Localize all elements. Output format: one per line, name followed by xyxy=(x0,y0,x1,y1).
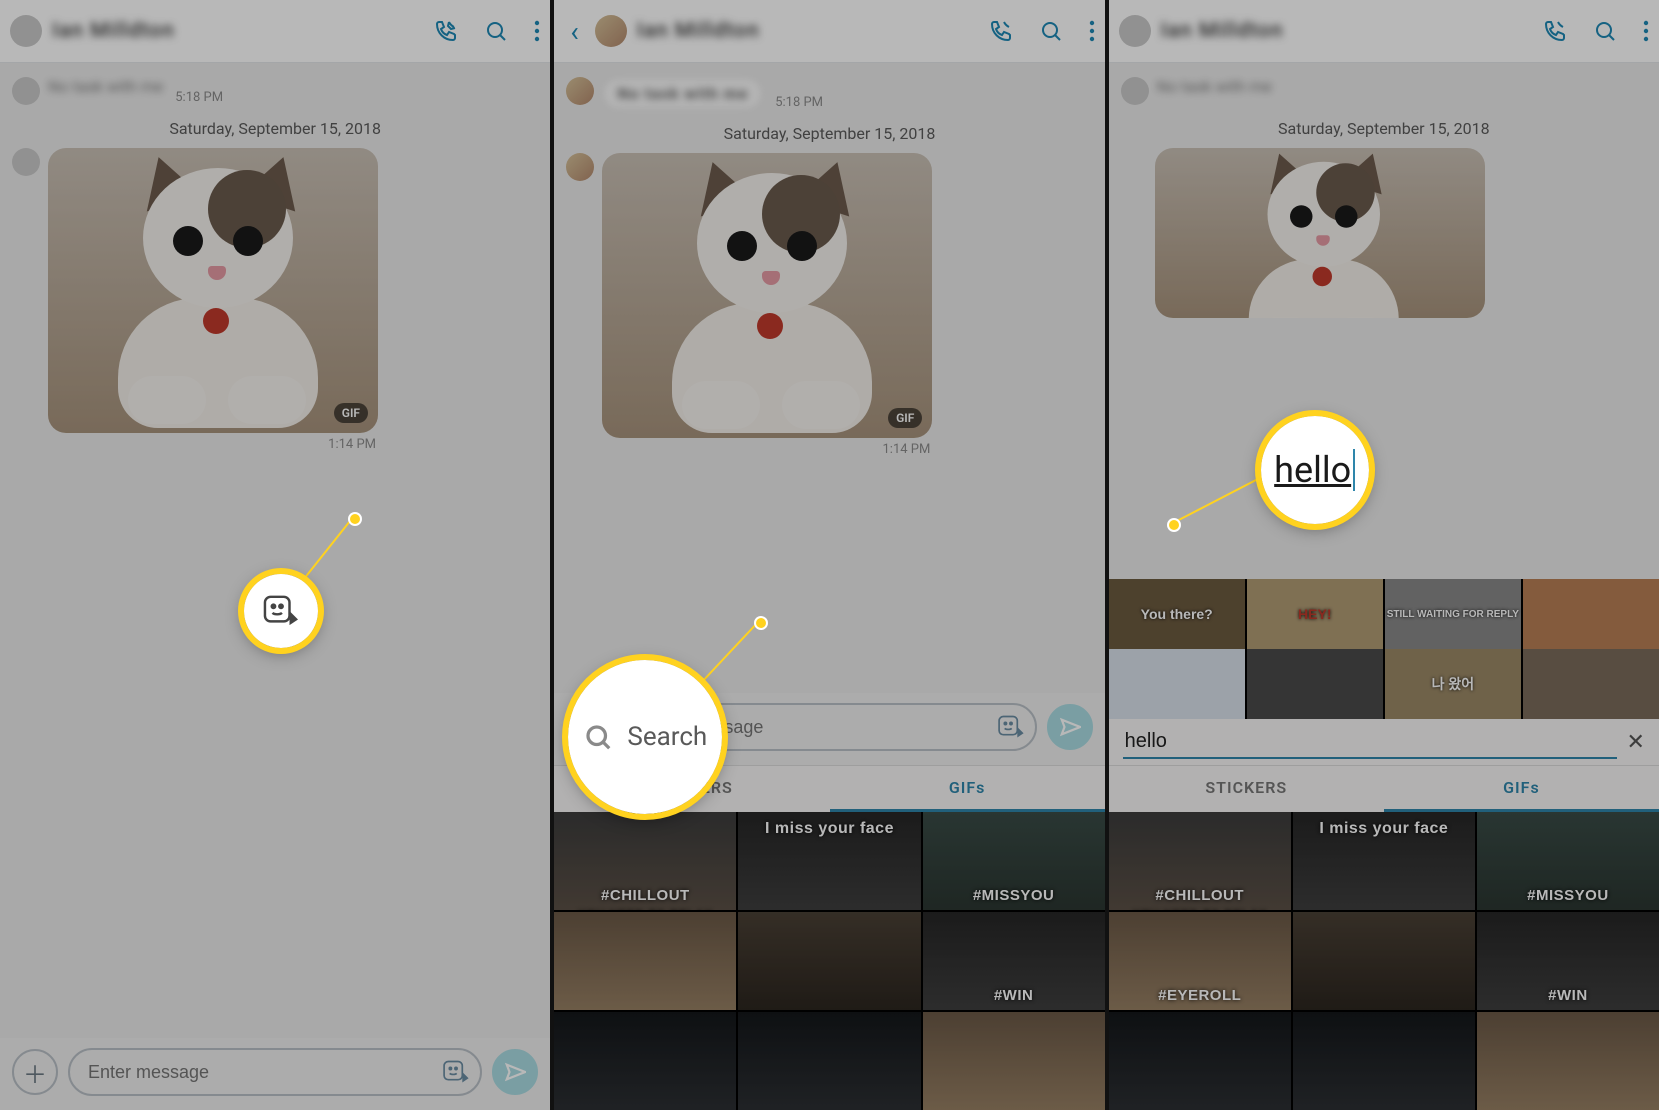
message-text: No task with me xyxy=(602,77,763,110)
gif-suggestion[interactable] xyxy=(1247,649,1383,719)
gif-suggestion-row: You there? HEY! STILL WAITING FOR REPLY xyxy=(1109,579,1659,649)
gif-search-row: ✕ xyxy=(1109,719,1659,765)
more-icon[interactable] xyxy=(1089,19,1095,43)
gif-cell[interactable]: #MISSYOU xyxy=(923,812,1105,910)
contact-name: Ian Milldton xyxy=(1161,19,1533,43)
sticker-gif-button[interactable] xyxy=(442,1058,470,1086)
avatar xyxy=(12,148,40,176)
send-button[interactable] xyxy=(1047,704,1093,750)
conversation-body: No task with me 5:18 PM Saturday, Septem… xyxy=(0,63,550,1038)
message-input-wrap xyxy=(68,1048,482,1096)
topbar: Ian Milldton xyxy=(0,0,550,63)
contact-name: Ian Milldton xyxy=(52,19,424,43)
gif-cell[interactable]: I miss your face xyxy=(1293,812,1475,910)
search-icon[interactable] xyxy=(1593,19,1617,43)
gif-message[interactable] xyxy=(1155,148,1485,318)
gif-cell[interactable] xyxy=(554,912,736,1010)
gif-suggestion[interactable]: You there? xyxy=(1109,579,1245,649)
clear-search-button[interactable]: ✕ xyxy=(1627,730,1645,755)
sticker-gif-button[interactable] xyxy=(997,713,1025,741)
send-button[interactable] xyxy=(492,1049,538,1095)
gif-cell[interactable] xyxy=(738,1012,920,1110)
callout-label: hello xyxy=(1274,449,1355,491)
search-icon[interactable] xyxy=(1039,19,1063,43)
call-icon[interactable] xyxy=(1543,19,1567,43)
gif-cell[interactable] xyxy=(1477,1012,1659,1110)
back-button[interactable]: ‹ xyxy=(564,15,584,48)
more-icon[interactable] xyxy=(534,19,540,43)
attach-button[interactable]: ＋ xyxy=(12,1049,58,1095)
avatar xyxy=(1119,15,1151,47)
avatar xyxy=(595,15,627,47)
date-separator: Saturday, September 15, 2018 xyxy=(1121,119,1647,138)
message-time: 1:14 PM xyxy=(48,437,376,452)
gif-cell[interactable]: #WIN xyxy=(1477,912,1659,1010)
callout-search-hello: hello xyxy=(1261,416,1369,524)
gif-cell[interactable] xyxy=(1293,912,1475,1010)
phone-screen-3: Ian Milldton No task with me Saturday, S… xyxy=(1109,0,1659,1110)
message-time: 5:18 PM xyxy=(775,95,823,110)
gif-cell[interactable] xyxy=(554,1012,736,1110)
call-icon[interactable] xyxy=(434,19,458,43)
more-icon[interactable] xyxy=(1643,19,1649,43)
message-time: 5:18 PM xyxy=(175,90,223,105)
phone-screen-2: ‹ Ian Milldton No task with me 5:18 PM S… xyxy=(554,0,1104,1110)
picker-tabs: STICKERS GIFs xyxy=(1109,765,1659,812)
gif-suggestion[interactable] xyxy=(1523,579,1659,649)
tab-gifs[interactable]: GIFs xyxy=(830,766,1105,812)
gif-suggestion[interactable] xyxy=(1109,649,1245,719)
callout-label: Search xyxy=(627,722,707,752)
callout-sticker-button xyxy=(244,574,318,648)
gif-badge: GIF xyxy=(888,408,922,428)
gif-search-input[interactable] xyxy=(1123,726,1617,759)
callout-origin xyxy=(350,514,360,524)
gif-badge: GIF xyxy=(334,403,368,423)
gif-suggestion[interactable]: STILL WAITING FOR REPLY xyxy=(1385,579,1521,649)
avatar xyxy=(12,77,40,105)
gif-cell[interactable]: #EYEROLL xyxy=(1109,912,1291,1010)
date-separator: Saturday, September 15, 2018 xyxy=(12,119,538,138)
gif-grid: Search #CHILLOUTYOU NEED TO RELAX I miss… xyxy=(1109,812,1659,1110)
date-separator: Saturday, September 15, 2018 xyxy=(566,124,1092,143)
gif-cell[interactable] xyxy=(923,1012,1105,1110)
conversation-body: No task with me 5:18 PM Saturday, Septem… xyxy=(554,63,1104,693)
message-text: No task with me xyxy=(48,77,163,96)
avatar xyxy=(1121,77,1149,105)
conversation-body: No task with me Saturday, September 15, … xyxy=(1109,63,1659,579)
gif-cell[interactable]: #WIN xyxy=(923,912,1105,1010)
topbar: ‹ Ian Milldton xyxy=(554,0,1104,63)
message-text: No task with me xyxy=(1157,77,1272,96)
contact-name: Ian Milldton xyxy=(637,19,979,43)
gif-suggestion[interactable] xyxy=(1523,649,1659,719)
callout-gif-search: Search xyxy=(568,660,722,814)
avatar xyxy=(566,153,594,181)
tab-stickers[interactable]: STICKERS xyxy=(1109,766,1384,812)
search-icon[interactable] xyxy=(484,19,508,43)
gif-message[interactable]: GIF xyxy=(602,153,932,438)
gif-suggestion[interactable]: HEY! xyxy=(1247,579,1383,649)
tab-gifs[interactable]: GIFs xyxy=(1384,766,1659,812)
gif-cell[interactable]: #MISSYOU xyxy=(1477,812,1659,910)
avatar xyxy=(566,77,594,105)
gif-cell[interactable]: #CHILLOUTYOU NEED TO RELAX xyxy=(1109,812,1291,910)
gif-suggestion[interactable]: 나 왔어 xyxy=(1385,649,1521,719)
topbar: Ian Milldton xyxy=(1109,0,1659,63)
message-time: 1:14 PM xyxy=(602,442,930,457)
gif-cell[interactable] xyxy=(738,912,920,1010)
gif-cell[interactable] xyxy=(1293,1012,1475,1110)
message-input[interactable] xyxy=(86,1061,432,1084)
gif-cell[interactable]: #CHILLOUTYOU NEED TO RELAX xyxy=(554,812,736,910)
gif-cell[interactable]: I miss your face xyxy=(738,812,920,910)
phone-screen-1: Ian Milldton No task with me 5:18 PM Sat… xyxy=(0,0,550,1110)
avatar xyxy=(10,15,42,47)
composer: ＋ xyxy=(0,1038,550,1110)
call-icon[interactable] xyxy=(989,19,1013,43)
gif-message[interactable]: GIF xyxy=(48,148,378,433)
gif-grid: Search #CHILLOUTYOU NEED TO RELAX I miss… xyxy=(554,812,1104,1110)
callout-origin xyxy=(1169,520,1179,530)
gif-suggestion-row: 나 왔어 xyxy=(1109,649,1659,719)
gif-cell[interactable] xyxy=(1109,1012,1291,1110)
